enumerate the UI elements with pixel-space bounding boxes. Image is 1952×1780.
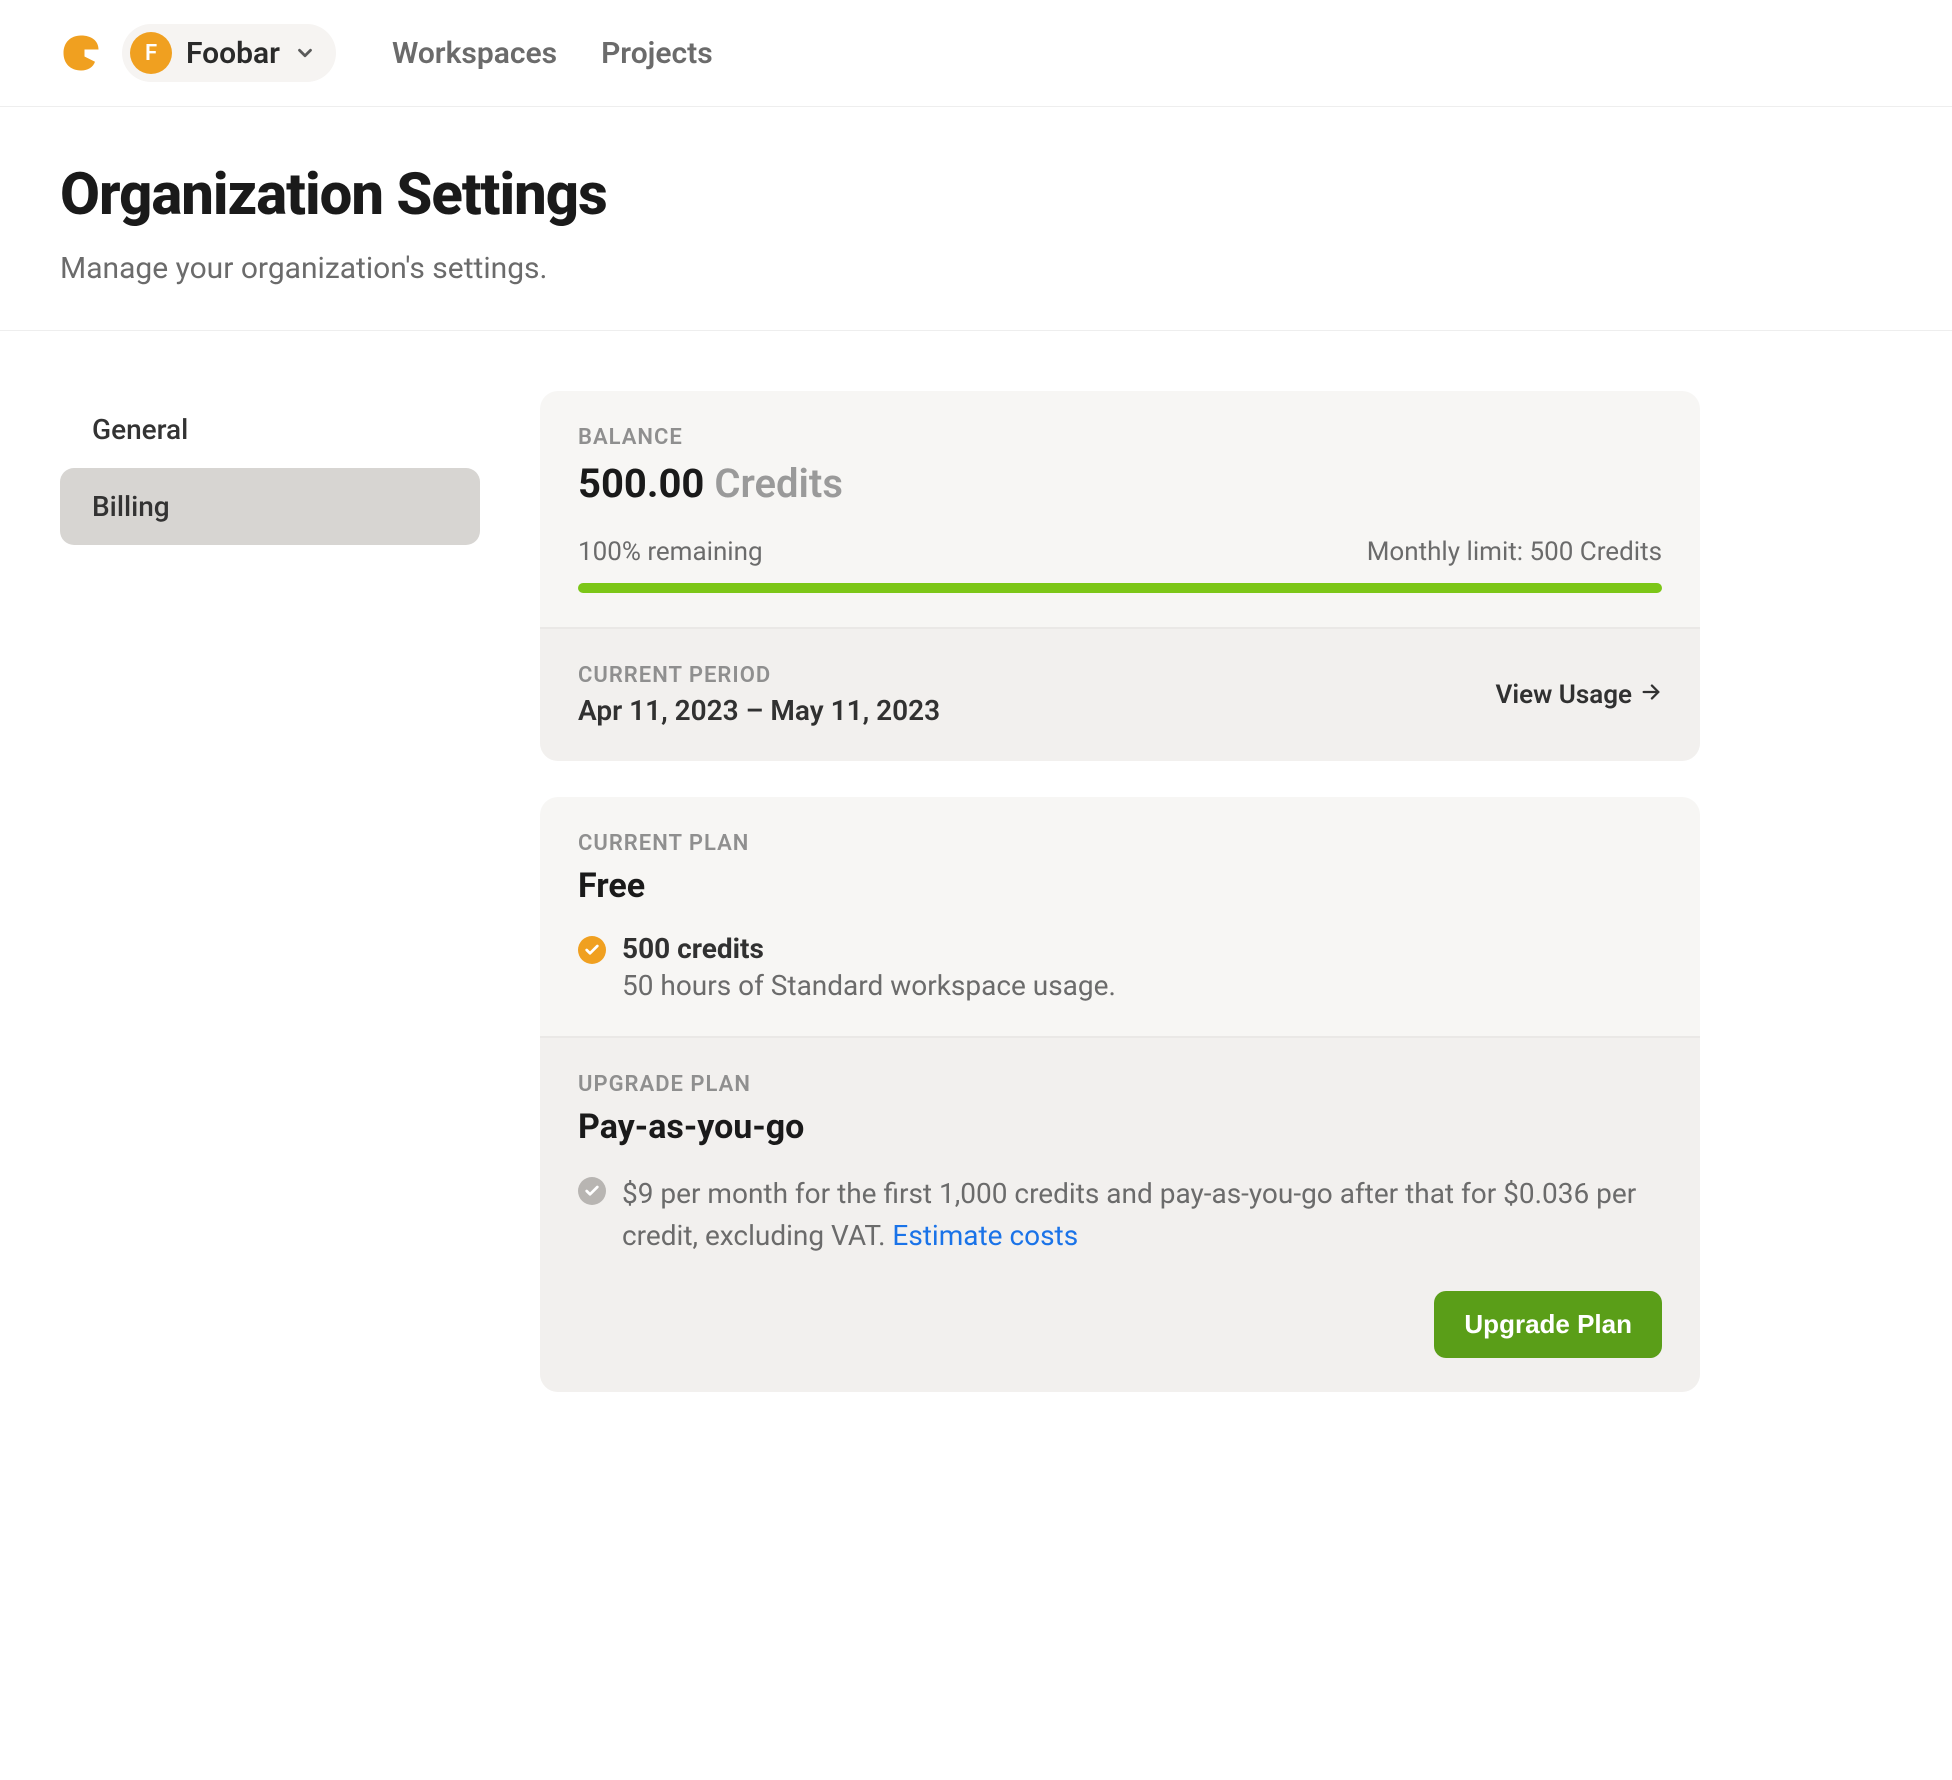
progress-fill	[578, 583, 1662, 593]
sidebar-item-billing[interactable]: Billing	[60, 468, 480, 545]
sidebar-item-label: General	[92, 413, 188, 446]
feature-title: 500 credits	[622, 932, 1116, 965]
balance-card: BALANCE 500.00 Credits 100% remaining Mo…	[540, 391, 1700, 761]
nav-projects[interactable]: Projects	[601, 36, 713, 71]
page-subtitle: Manage your organization's settings.	[60, 251, 1892, 286]
check-circle-icon	[578, 936, 606, 964]
settings-sidebar: General Billing	[60, 391, 480, 1428]
page-title: Organization Settings	[60, 161, 1892, 229]
balance-unit: Credits	[714, 460, 843, 507]
limit-text: Monthly limit: 500 Credits	[1367, 537, 1662, 567]
view-usage-link[interactable]: View Usage	[1496, 680, 1662, 710]
app-logo-icon[interactable]	[60, 32, 102, 74]
feature-desc: 50 hours of Standard workspace usage.	[622, 969, 1116, 1002]
org-switcher[interactable]: F Foobar	[122, 24, 336, 82]
arrow-right-icon	[1640, 680, 1662, 710]
upgrade-desc: $9 per month for the first 1,000 credits…	[622, 1173, 1662, 1257]
progress-bar	[578, 583, 1662, 593]
balance-eyebrow: BALANCE	[578, 425, 1662, 450]
current-plan-name: Free	[578, 866, 1662, 906]
upgrade-plan-button[interactable]: Upgrade Plan	[1434, 1291, 1662, 1358]
nav-workspaces[interactable]: Workspaces	[392, 36, 557, 71]
top-nav: Workspaces Projects	[392, 36, 713, 71]
sidebar-item-general[interactable]: General	[60, 391, 480, 468]
org-avatar: F	[130, 32, 172, 74]
org-name: Foobar	[186, 36, 280, 71]
main-content: BALANCE 500.00 Credits 100% remaining Mo…	[540, 391, 1700, 1428]
period-eyebrow: CURRENT PERIOD	[578, 663, 940, 688]
upgrade-plan-eyebrow: UPGRADE PLAN	[578, 1072, 1662, 1097]
sidebar-item-label: Billing	[92, 490, 170, 523]
upgrade-plan-name: Pay-as-you-go	[578, 1107, 1662, 1147]
current-plan-eyebrow: CURRENT PLAN	[578, 831, 1662, 856]
chevron-down-icon	[294, 42, 316, 64]
estimate-costs-link[interactable]: Estimate costs	[892, 1219, 1078, 1252]
check-circle-icon	[578, 1177, 606, 1205]
balance-amount: 500.00 Credits	[578, 460, 1662, 507]
period-dates: Apr 11, 2023 – May 11, 2023	[578, 694, 940, 727]
page-header: Organization Settings Manage your organi…	[0, 107, 1952, 331]
top-header: F Foobar Workspaces Projects	[0, 0, 1952, 107]
remaining-text: 100% remaining	[578, 537, 763, 567]
plan-card: CURRENT PLAN Free 500 credits 50 hours o…	[540, 797, 1700, 1392]
